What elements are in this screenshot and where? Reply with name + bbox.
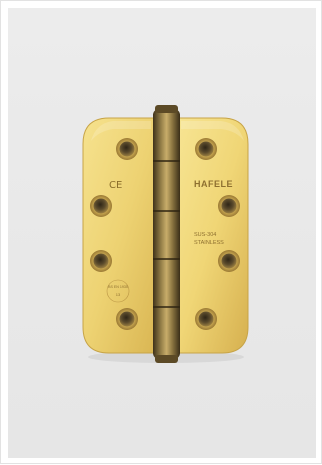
hinge-knuckle [153, 109, 180, 359]
knuckle-top-tip [155, 105, 178, 113]
stamp-text-top: BS EN 1935 [108, 285, 128, 289]
material-marking-2: STAINLESS [194, 240, 224, 246]
brand-marking: HAFELE [194, 179, 233, 189]
knuckle-bottom-tip [155, 355, 178, 363]
image-frame: CE HAFELE SUS-304 STAINLESS BS EN 1935 1… [0, 0, 322, 464]
material-marking-1: SUS-304 [194, 232, 216, 238]
ce-mark: CE [109, 180, 122, 191]
stamp-text-bottom: 13 [116, 292, 121, 297]
hinge-photo: CE HAFELE SUS-304 STAINLESS BS EN 1935 1… [82, 105, 249, 363]
